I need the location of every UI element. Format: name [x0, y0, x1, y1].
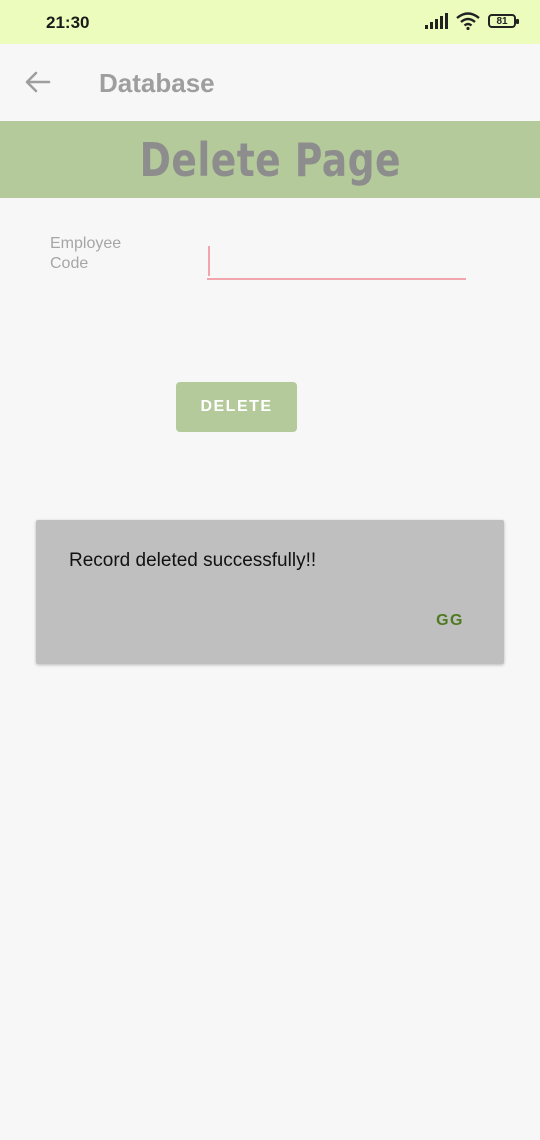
status-time: 21:30 — [46, 13, 90, 32]
status-bar: 21:30 81 — [0, 0, 540, 44]
status-icons: 81 — [425, 12, 519, 30]
page-title: Delete Page — [139, 132, 401, 187]
text-cursor — [208, 246, 210, 276]
battery-level: 81 — [496, 15, 508, 27]
delete-button[interactable]: DELETE — [176, 382, 297, 432]
dialog-message: Record deleted successfully!! — [69, 550, 317, 571]
employee-code-input[interactable] — [207, 242, 466, 280]
employee-code-label: Employee Code — [50, 235, 122, 272]
signal-icon — [425, 13, 448, 29]
page-banner: Delete Page — [0, 121, 540, 198]
dialog-ok-button[interactable]: GG — [436, 612, 464, 630]
wifi-icon — [456, 12, 480, 30]
toolbar: Database — [0, 44, 540, 121]
toolbar-title: Database — [99, 68, 215, 98]
arrow-left-icon[interactable] — [22, 68, 54, 96]
alert-dialog: Record deleted successfully!! GG — [36, 520, 504, 664]
battery-icon: 81 — [488, 14, 519, 28]
